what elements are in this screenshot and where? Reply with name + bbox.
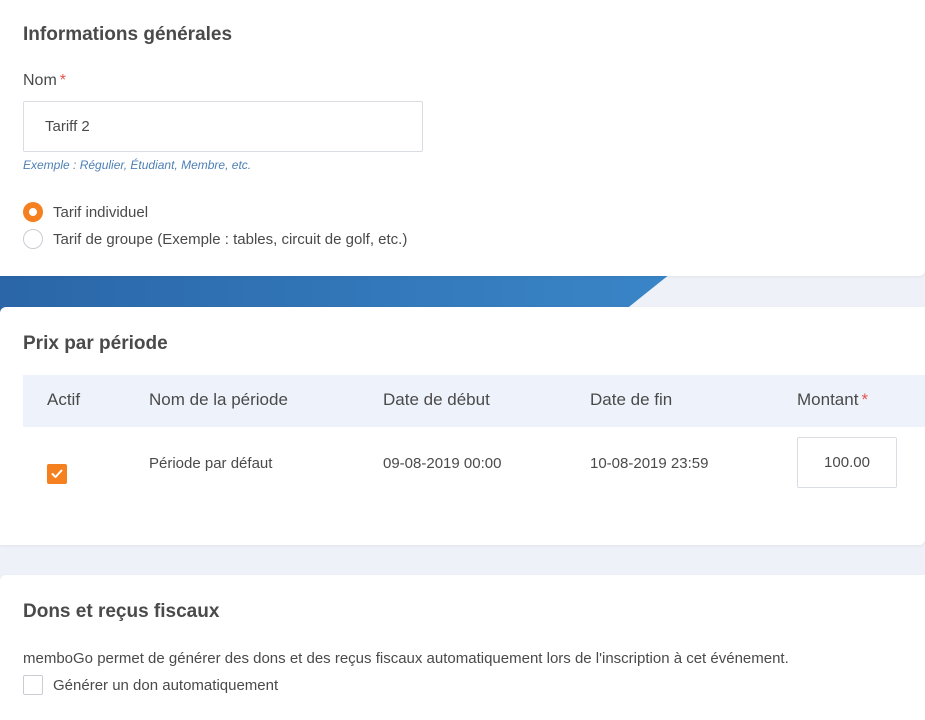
period-start-cell: 09-08-2019 00:00 (383, 455, 502, 472)
column-header-period-name: Nom de la période (149, 390, 288, 409)
tariff-form-page: Informations générales Nom* Exemple : Ré… (0, 0, 925, 720)
period-amount-input[interactable] (797, 437, 897, 488)
radio-unchecked-icon[interactable] (23, 229, 43, 249)
radio-group-tariff[interactable]: Tarif de groupe (Exemple : tables, circu… (23, 229, 407, 249)
radio-label-individual: Tarif individuel (53, 203, 149, 221)
name-hint: Exemple : Régulier, Étudiant, Membre, et… (23, 158, 252, 172)
radio-individual-tariff[interactable]: Tarif individuel (23, 202, 148, 222)
donations-description: memboGo permet de générer des dons et de… (23, 650, 789, 667)
name-input[interactable] (23, 101, 423, 152)
column-header-end-date: Date de fin (590, 390, 673, 409)
auto-donation-label: Générer un don automatiquement (53, 676, 279, 694)
amount-header-text: Montant (797, 390, 859, 409)
general-info-card: Informations générales Nom* Exemple : Ré… (0, 0, 925, 276)
name-label-text: Nom (23, 72, 57, 89)
auto-donation-option[interactable]: Générer un don automatiquement (23, 675, 278, 695)
period-name-cell: Période par défaut (149, 455, 273, 472)
section-title-general: Informations générales (23, 24, 233, 45)
column-header-active: Actif (47, 390, 81, 409)
required-asterisk: * (59, 72, 67, 89)
radio-label-group: Tarif de groupe (Exemple : tables, circu… (53, 230, 408, 248)
name-field-label: Nom * (23, 72, 66, 90)
column-header-amount: Montant * (797, 390, 868, 410)
required-asterisk: * (861, 390, 869, 409)
period-active-checkbox[interactable] (47, 464, 67, 484)
period-table-header: Actif Nom de la période Date de début Da… (23, 375, 925, 427)
donations-card (0, 575, 925, 720)
section-title-periods: Prix par période (23, 333, 168, 354)
auto-donation-checkbox[interactable] (23, 675, 43, 695)
radio-checked-icon[interactable] (23, 202, 43, 222)
checkmark-icon (51, 469, 63, 478)
period-end-cell: 10-08-2019 23:59 (590, 455, 709, 472)
column-header-start-date: Date de début (383, 390, 490, 409)
section-title-donations: Dons et reçus fiscaux (23, 601, 220, 622)
